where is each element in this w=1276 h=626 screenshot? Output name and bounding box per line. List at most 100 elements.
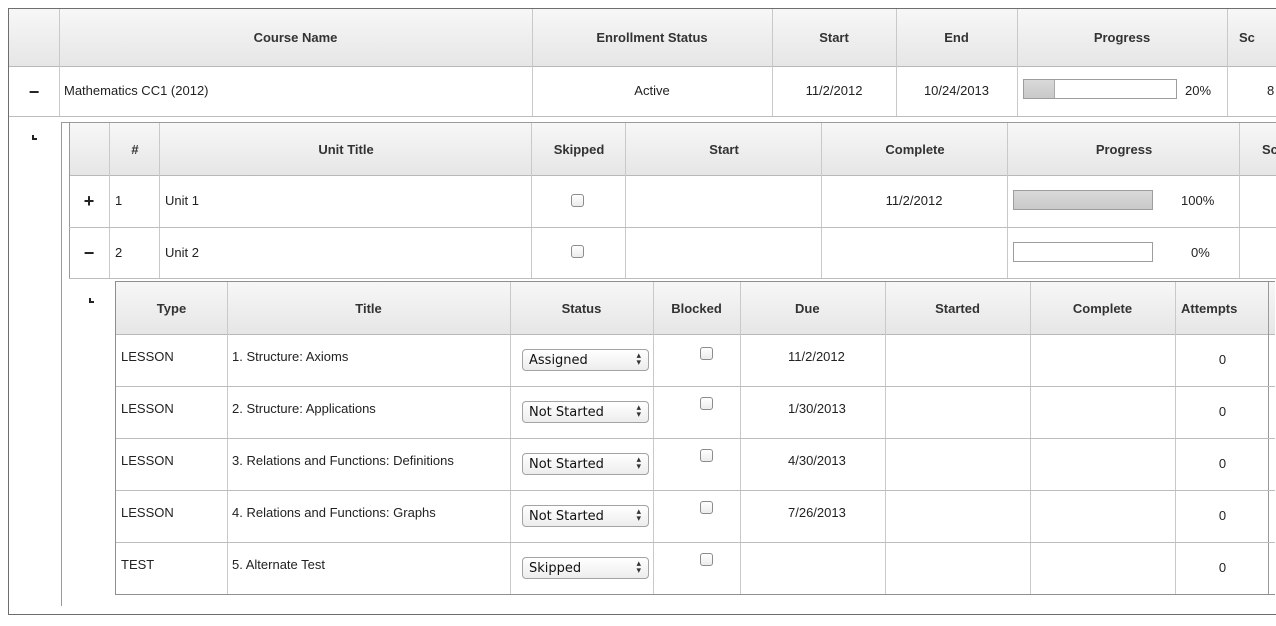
activity-due: 7/26/2013 [788, 504, 846, 520]
minus-icon[interactable]: − [69, 228, 109, 278]
activity-due: 4/30/2013 [788, 452, 846, 468]
unit-start [625, 176, 821, 224]
unit-title: Unit 2 [165, 244, 199, 260]
activity-row[interactable]: LESSON 1. Structure: Axioms Assigned ▴ ▾ 11/2… [116, 335, 1275, 387]
activity-attempts: 0 [1218, 403, 1227, 419]
course-grid-frame: Course Name Enrollment Status Start End … [8, 8, 1276, 615]
header-blocked[interactable]: Blocked [653, 282, 740, 334]
updown-arrows-icon: ▴ ▾ [636, 455, 641, 472]
header-unit-progress[interactable]: Progress [1008, 123, 1240, 175]
header-started[interactable]: Started [885, 282, 1030, 334]
unit-row[interactable]: − 2 Unit 2 0% [69, 228, 1276, 279]
header-unit-start[interactable]: Start [626, 123, 822, 175]
header-score[interactable]: Sc [1227, 9, 1276, 66]
activity-row[interactable]: LESSON 4. Relations and Functions: Graphs… [116, 491, 1275, 543]
unit-start [625, 228, 821, 276]
course-progress-text: 20% [1185, 82, 1212, 98]
unit-row[interactable]: + 1 Unit 1 11/2/2012 100% [69, 176, 1276, 228]
activity-status-select[interactable]: Not Started ▴ ▾ [522, 505, 649, 527]
unit-progress-bar [1013, 190, 1153, 210]
activity-title: 4. Relations and Functions: Graphs [232, 504, 436, 520]
unit-skipped-checkbox[interactable] [571, 194, 584, 207]
units-header: # Unit Title Skipped Start Complete Prog… [69, 123, 1276, 176]
unit-skipped-checkbox[interactable] [571, 245, 584, 258]
header-start[interactable]: Start [772, 9, 896, 66]
updown-arrows-icon: ▴ ▾ [636, 559, 641, 576]
header-title[interactable]: Title [227, 282, 510, 334]
header-complete[interactable]: Complete [1030, 282, 1175, 334]
courses-header: Course Name Enrollment Status Start End … [9, 9, 1276, 67]
course-progress-bar [1023, 79, 1177, 99]
activity-status-value: Not Started [529, 404, 604, 420]
activity-status-value: Not Started [529, 456, 604, 472]
course-end: 10/24/2013 [923, 82, 990, 98]
unit-number: 1 [115, 192, 123, 208]
unit-complete: 11/2/2012 [885, 192, 943, 208]
activity-due [788, 543, 884, 585]
tree-corner-icon [89, 298, 94, 303]
activity-type: LESSON [121, 348, 174, 364]
header-progress[interactable]: Progress [1017, 9, 1227, 66]
unit-progress-text: 0% [1191, 244, 1210, 260]
updown-arrows-icon: ▴ ▾ [636, 507, 641, 524]
activity-status-value: Assigned [529, 352, 588, 368]
activity-started [886, 387, 1030, 429]
activity-blocked-checkbox[interactable] [700, 501, 713, 514]
activity-type: LESSON [121, 504, 174, 520]
unit-title: Unit 1 [165, 192, 199, 208]
activity-started [886, 335, 1030, 377]
activity-row[interactable]: LESSON 3. Relations and Functions: Defini… [116, 439, 1275, 491]
activity-complete [1031, 543, 1175, 585]
header-type[interactable]: Type [116, 282, 227, 334]
course-score: 8 [1267, 82, 1275, 98]
activity-attempts: 0 [1218, 351, 1227, 367]
plus-icon[interactable]: + [69, 176, 109, 226]
activity-row[interactable]: TEST 5. Alternate Test Skipped ▴ ▾ 0 [116, 543, 1275, 595]
activity-status-select[interactable]: Not Started ▴ ▾ [522, 401, 649, 423]
unit-number: 2 [115, 244, 123, 260]
activity-row[interactable]: LESSON 2. Structure: Applications Not Star… [116, 387, 1275, 439]
activity-complete [1031, 387, 1175, 429]
activity-title: 2. Structure: Applications [232, 400, 376, 416]
unit-progress-fill [1014, 191, 1152, 209]
activity-blocked-checkbox[interactable] [700, 347, 713, 360]
activity-title: 5. Alternate Test [232, 556, 325, 572]
activity-attempts: 0 [1218, 559, 1227, 575]
updown-arrows-icon: ▴ ▾ [636, 351, 641, 368]
activity-title: 3. Relations and Functions: Definitions [232, 452, 454, 468]
header-skipped[interactable]: Skipped [532, 123, 626, 175]
activity-type: LESSON [121, 452, 174, 468]
activity-blocked-checkbox[interactable] [700, 397, 713, 410]
activity-status-select[interactable]: Assigned ▴ ▾ [522, 349, 649, 371]
course-name: Mathematics CC1 (2012) [64, 82, 209, 98]
activity-attempts: 0 [1218, 455, 1227, 471]
header-end[interactable]: End [896, 9, 1017, 66]
unit-progress-text: 100% [1181, 192, 1215, 208]
activity-title: 1. Structure: Axioms [232, 348, 349, 364]
header-unit-complete[interactable]: Complete [822, 123, 1008, 175]
activity-attempts: 0 [1218, 507, 1227, 523]
activity-started [886, 439, 1030, 481]
header-unit-score[interactable]: Sc [1240, 123, 1276, 175]
header-enrollment-status[interactable]: Enrollment Status [532, 9, 772, 66]
minus-icon[interactable]: − [9, 67, 59, 117]
course-row[interactable]: − Mathematics CC1 (2012) Active 11/2/201… [9, 67, 1276, 117]
header-attempts[interactable]: Attempts [1175, 282, 1276, 334]
activity-status-select[interactable]: Skipped ▴ ▾ [522, 557, 649, 579]
activity-status-select[interactable]: Not Started ▴ ▾ [522, 453, 649, 475]
activity-due: 11/2/2012 [788, 348, 845, 364]
activity-complete [1031, 491, 1175, 533]
header-unit-title[interactable]: Unit Title [160, 123, 532, 175]
activity-blocked-checkbox[interactable] [700, 553, 713, 566]
header-course-name[interactable]: Course Name [59, 9, 532, 66]
header-status[interactable]: Status [510, 282, 653, 334]
activity-type: TEST [121, 556, 155, 572]
activity-complete [1031, 335, 1175, 377]
course-progress-fill [1024, 80, 1056, 98]
activity-blocked-checkbox[interactable] [700, 449, 713, 462]
header-unit-number[interactable]: # [110, 123, 160, 175]
activities-header: Type Title Status Blocked Due Started Co… [116, 282, 1275, 335]
activity-type: LESSON [121, 400, 174, 416]
activity-started [886, 491, 1030, 533]
activity-status-value: Not Started [529, 508, 604, 524]
